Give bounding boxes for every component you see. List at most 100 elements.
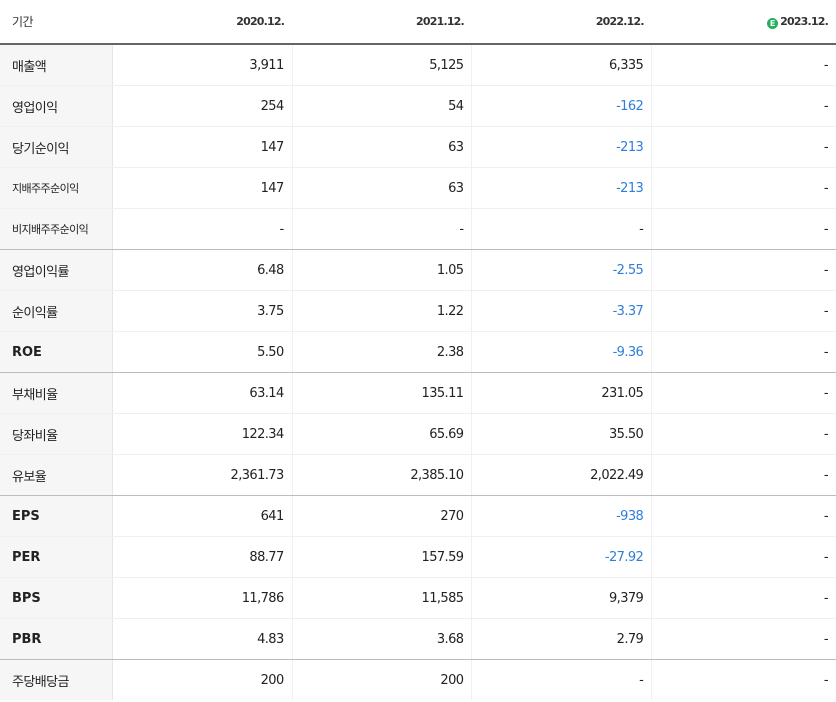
row-value: 157.59: [292, 536, 473, 578]
row-label: 순이익률: [0, 290, 113, 332]
year-header-2020: 2020.12.: [112, 0, 293, 45]
row-label: EPS: [0, 495, 113, 537]
table-row: 주당배당금 200 200- -: [0, 659, 836, 700]
row-value: -: [651, 618, 836, 660]
row-value: 11,786: [112, 577, 293, 619]
row-value: 6,335: [471, 44, 653, 86]
row-value: 3.68: [292, 618, 473, 660]
row-label: 당기순이익: [0, 126, 113, 168]
row-label: 영업이익률: [0, 249, 113, 291]
row-value: 200: [112, 659, 293, 700]
table-row: 영업이익 254 54 -162-: [0, 85, 836, 127]
row-value: 5,125: [292, 44, 473, 86]
row-value: 9,379: [471, 577, 653, 619]
row-value: -3.37: [471, 290, 653, 332]
year-header-2021: 2021.12.: [292, 0, 472, 45]
row-label: 당좌비율: [0, 413, 113, 455]
row-label: PER: [0, 536, 113, 578]
row-value: 35.50: [471, 413, 653, 455]
row-value: -: [651, 290, 836, 332]
financial-summary-table: 기간 2020.12. 2021.12. 2022.12. E 2023.12. …: [0, 0, 836, 700]
row-value: 254: [112, 85, 293, 127]
row-value: 1.05: [292, 249, 473, 291]
row-value: 1.22: [292, 290, 473, 332]
row-value: 4.83: [112, 618, 293, 660]
row-label: PBR: [0, 618, 113, 660]
row-value: -9.36: [471, 331, 653, 373]
row-value: 231.05: [471, 372, 653, 414]
row-label: ROE: [0, 331, 113, 373]
row-value: 122.34: [112, 413, 293, 455]
row-value: 2.79: [471, 618, 653, 660]
row-value: -162: [471, 85, 653, 127]
row-value: -: [471, 208, 653, 250]
row-value: -: [651, 454, 836, 496]
row-value: -: [471, 659, 653, 700]
table-row: 매출액 3,911 5,125 6,335-: [0, 44, 836, 86]
row-label: 매출액: [0, 44, 113, 86]
row-value: -: [651, 331, 836, 373]
table-row: 유보율 2,361.73 2,385.10 2,022.49-: [0, 454, 836, 496]
row-value: -213: [471, 167, 653, 209]
row-label: 영업이익: [0, 85, 113, 127]
table-header: 기간 2020.12. 2021.12. 2022.12. E 2023.12.: [0, 0, 836, 45]
row-label: BPS: [0, 577, 113, 619]
table-row: EPS 641 270 -938-: [0, 495, 836, 537]
row-value: 63.14: [112, 372, 293, 414]
row-value: -: [292, 208, 473, 250]
row-value: -: [651, 413, 836, 455]
header-row: 기간 2020.12. 2021.12. 2022.12. E 2023.12.: [0, 0, 836, 45]
row-value: 63: [292, 167, 473, 209]
row-value: 2,022.49: [471, 454, 653, 496]
row-label: 부채비율: [0, 372, 113, 414]
table-row: 비지배주주순이익 - - - -: [0, 208, 836, 250]
row-value: -: [651, 577, 836, 619]
row-label: 유보율: [0, 454, 113, 496]
row-value: 65.69: [292, 413, 473, 455]
row-value: -: [651, 208, 836, 250]
period-header: 기간: [0, 0, 113, 45]
row-value: 3.75: [112, 290, 293, 332]
row-value: 3,911: [112, 44, 293, 86]
row-value: -: [651, 372, 836, 414]
row-value: 88.77: [112, 536, 293, 578]
table-row: PER 88.77 157.59 -27.92-: [0, 536, 836, 578]
row-value: 147: [112, 126, 293, 168]
row-label: 주당배당금: [0, 659, 113, 700]
row-value: -: [651, 85, 836, 127]
row-value: 2,385.10: [292, 454, 473, 496]
row-value: 135.11: [292, 372, 473, 414]
row-value: -: [651, 495, 836, 537]
row-value: -: [651, 44, 836, 86]
row-value: -2.55: [471, 249, 653, 291]
row-value: 270: [292, 495, 473, 537]
year-header-2022: 2022.12.: [471, 0, 652, 45]
table-row: 영업이익률 6.48 1.05 -2.55-: [0, 249, 836, 291]
row-value: -: [651, 167, 836, 209]
row-value: 6.48: [112, 249, 293, 291]
table-row: ROE 5.50 2.38 -9.36-: [0, 331, 836, 373]
row-value: -938: [471, 495, 653, 537]
table-row: 부채비율 63.14 135.11 231.05-: [0, 372, 836, 414]
table-row: 당좌비율 122.34 65.69 35.50-: [0, 413, 836, 455]
table-row: PBR 4.83 3.68 2.79-: [0, 618, 836, 660]
table-row: 지배주주순이익 147 63 -213-: [0, 167, 836, 209]
table-row: BPS 11,786 11,585 9,379-: [0, 577, 836, 619]
row-value: 200: [292, 659, 473, 700]
row-value: 11,585: [292, 577, 473, 619]
row-value: 2,361.73: [112, 454, 293, 496]
row-value: 54: [292, 85, 473, 127]
row-value: -: [823, 672, 829, 688]
row-value: -: [651, 249, 836, 291]
table-row: 당기순이익 147 63 -213-: [0, 126, 836, 168]
row-value: -27.92: [471, 536, 653, 578]
estimate-icon: E: [767, 17, 779, 29]
row-value: 63: [292, 126, 473, 168]
year-header-2023: E 2023.12.: [651, 0, 836, 45]
table-row: 순이익률 3.75 1.22 -3.37-: [0, 290, 836, 332]
row-label: 비지배주주순이익: [0, 208, 113, 250]
row-value: -: [651, 126, 836, 168]
row-value: 147: [112, 167, 293, 209]
row-value: -: [651, 536, 836, 578]
row-label: 지배주주순이익: [0, 167, 113, 209]
